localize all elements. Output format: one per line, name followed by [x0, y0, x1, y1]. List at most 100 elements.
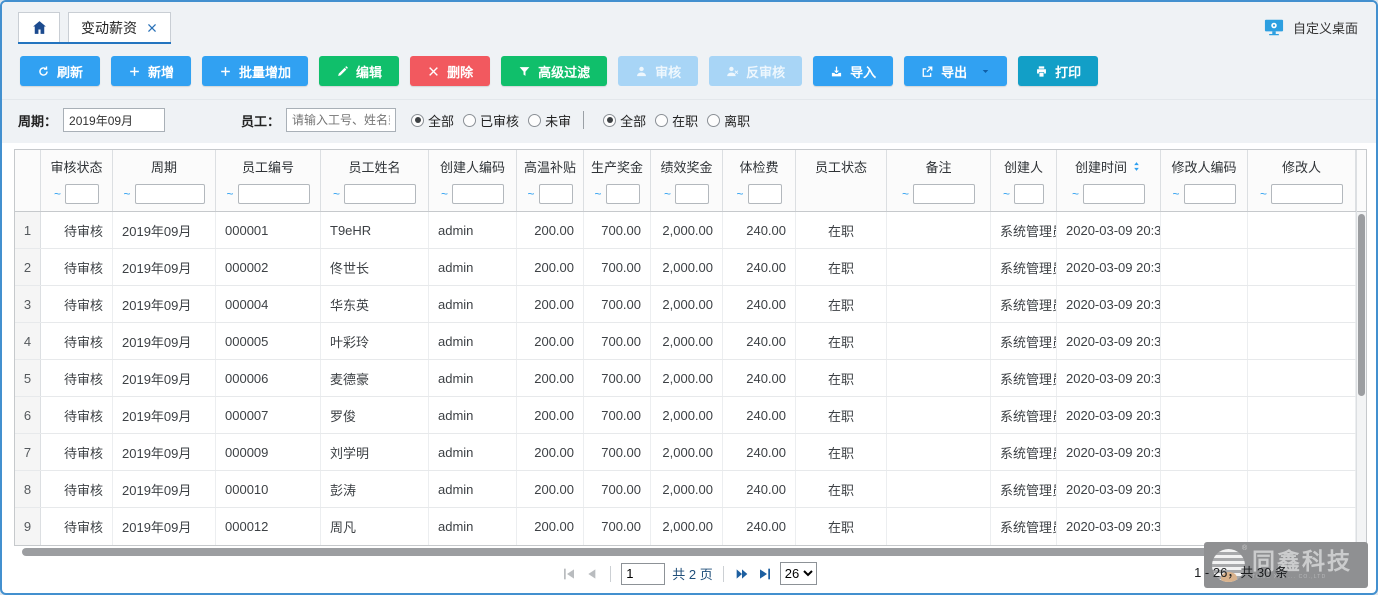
- column-filter-checkup_fee[interactable]: [748, 184, 782, 204]
- next-page-button[interactable]: [734, 566, 750, 582]
- cell-remark: [887, 323, 991, 359]
- employee-state-radio-group: 全部在职离职: [594, 111, 750, 130]
- column-header-rownum: [15, 150, 41, 211]
- cell-production_bonus: 700.00: [584, 434, 651, 470]
- radio-employee-state-全部[interactable]: 全部: [603, 111, 646, 130]
- toolbar-button-refresh[interactable]: 刷新: [20, 56, 100, 86]
- cell-modifier: [1248, 212, 1356, 248]
- radio-icon: [411, 114, 424, 127]
- export-icon: [921, 65, 934, 78]
- cell-performance_bonus: 2,000.00: [651, 471, 723, 507]
- home-icon: [31, 19, 48, 36]
- column-header-remark[interactable]: 备注~: [887, 150, 991, 211]
- radio-audit-state-已审核[interactable]: 已审核: [463, 111, 519, 130]
- toolbar-button-export[interactable]: 导出: [904, 56, 1007, 86]
- radio-employee-state-在职[interactable]: 在职: [655, 111, 698, 130]
- cell-modifier_code: [1161, 212, 1248, 248]
- cell-audit_status: 待审核: [41, 286, 113, 322]
- column-filter-emp_no[interactable]: [238, 184, 310, 204]
- sort-icon[interactable]: [1131, 161, 1142, 172]
- table-row[interactable]: 2待审核2019年09月000002佟世长admin200.00700.002,…: [15, 249, 1356, 286]
- tilde-label: ~: [527, 187, 534, 201]
- prev-page-button[interactable]: [584, 566, 600, 582]
- column-filter-high_temp_allowance[interactable]: [539, 184, 573, 204]
- table-row[interactable]: 3待审核2019年09月000004华东英admin200.00700.002,…: [15, 286, 1356, 323]
- page-number-input[interactable]: [621, 563, 665, 585]
- toolbar-button-audit[interactable]: 审核: [618, 56, 698, 86]
- cell-high_temp_allowance: 200.00: [517, 508, 584, 545]
- toolbar-button-advanced-filter[interactable]: 高级过滤: [501, 56, 607, 86]
- cell-high_temp_allowance: 200.00: [517, 397, 584, 433]
- column-filter-period[interactable]: [135, 184, 205, 204]
- column-filter-modifier_code[interactable]: [1184, 184, 1236, 204]
- customize-desktop-button[interactable]: 自定义桌面: [1263, 18, 1358, 37]
- tilde-label: ~: [441, 187, 448, 201]
- column-header-audit_status[interactable]: 审核状态~: [41, 150, 113, 211]
- close-tab-icon[interactable]: [146, 22, 158, 34]
- toolbar-button-batch-add[interactable]: 批量增加: [202, 56, 308, 86]
- radio-audit-state-未审[interactable]: 未审: [528, 111, 571, 130]
- caret-down-icon[interactable]: [981, 67, 990, 76]
- radio-icon: [528, 114, 541, 127]
- column-header-emp_no[interactable]: 员工编号~: [216, 150, 321, 211]
- column-filter-create_time[interactable]: [1083, 184, 1145, 204]
- table-row[interactable]: 8待审核2019年09月000010彭涛admin200.00700.002,0…: [15, 471, 1356, 508]
- vertical-scrollbar-thumb[interactable]: [1358, 214, 1365, 396]
- page-size-select[interactable]: 26: [780, 562, 817, 585]
- toolbar-button-delete[interactable]: 删除: [410, 56, 490, 86]
- toolbar-button-reverse-audit[interactable]: 反审核: [709, 56, 802, 86]
- cell-production_bonus: 700.00: [584, 508, 651, 545]
- toolbar-button-import[interactable]: 导入: [813, 56, 893, 86]
- cell-period: 2019年09月: [113, 397, 216, 433]
- table-row[interactable]: 1待审核2019年09月000001T9eHRadmin200.00700.00…: [15, 212, 1356, 249]
- tab-changed-salary[interactable]: 变动薪资: [68, 12, 171, 42]
- column-filter-emp_name[interactable]: [344, 184, 416, 204]
- cell-audit_status: 待审核: [41, 508, 113, 545]
- column-header-creator_code[interactable]: 创建人编码~: [429, 150, 517, 211]
- table-row[interactable]: 4待审核2019年09月000005叶彩玲admin200.00700.002,…: [15, 323, 1356, 360]
- tab-home[interactable]: [18, 12, 60, 42]
- column-header-performance_bonus[interactable]: 绩效奖金~: [651, 150, 723, 211]
- column-header-emp_name[interactable]: 员工姓名~: [321, 150, 429, 211]
- column-header-modifier_code[interactable]: 修改人编码~: [1161, 150, 1248, 211]
- column-filter-creator_code[interactable]: [452, 184, 504, 204]
- cell-production_bonus: 700.00: [584, 212, 651, 248]
- column-header-emp_status[interactable]: 员工状态: [796, 150, 887, 211]
- radio-audit-state-全部[interactable]: 全部: [411, 111, 454, 130]
- column-filter-creator[interactable]: [1014, 184, 1044, 204]
- print-icon: [1035, 65, 1048, 78]
- column-header-modifier[interactable]: 修改人~: [1248, 150, 1356, 211]
- column-filter-audit_status[interactable]: [65, 184, 99, 204]
- first-page-button[interactable]: [561, 566, 577, 582]
- column-filter-performance_bonus[interactable]: [675, 184, 709, 204]
- table-row[interactable]: 9待审核2019年09月000012周凡admin200.00700.002,0…: [15, 508, 1356, 545]
- column-header-high_temp_allowance[interactable]: 高温补贴~: [517, 150, 584, 211]
- column-header-checkup_fee[interactable]: 体检费~: [723, 150, 796, 211]
- toolbar-button-add[interactable]: 新增: [111, 56, 191, 86]
- row-number: 9: [15, 508, 41, 545]
- radio-employee-state-离职[interactable]: 离职: [707, 111, 750, 130]
- cell-creator_code: admin: [429, 212, 517, 248]
- column-header-production_bonus[interactable]: 生产奖金~: [584, 150, 651, 211]
- employee-search-input[interactable]: [286, 108, 396, 132]
- last-page-button[interactable]: [757, 566, 773, 582]
- toolbar-button-edit[interactable]: 编辑: [319, 56, 399, 86]
- cell-creator: 系统管理员: [991, 212, 1057, 248]
- horizontal-scrollbar-thumb[interactable]: [22, 548, 1352, 556]
- column-filter-production_bonus[interactable]: [606, 184, 640, 204]
- table-row[interactable]: 5待审核2019年09月000006麦德豪admin200.00700.002,…: [15, 360, 1356, 397]
- cell-high_temp_allowance: 200.00: [517, 286, 584, 322]
- column-header-create_time[interactable]: 创建时间~: [1057, 150, 1161, 211]
- cell-modifier_code: [1161, 508, 1248, 545]
- table-row[interactable]: 6待审核2019年09月000007罗俊admin200.00700.002,0…: [15, 397, 1356, 434]
- column-header-creator[interactable]: 创建人~: [991, 150, 1057, 211]
- cell-high_temp_allowance: 200.00: [517, 249, 584, 285]
- vertical-scrollbar[interactable]: [1356, 150, 1366, 545]
- cell-checkup_fee: 240.00: [723, 434, 796, 470]
- toolbar-button-print[interactable]: 打印: [1018, 56, 1098, 86]
- column-filter-remark[interactable]: [913, 184, 975, 204]
- column-header-period[interactable]: 周期~: [113, 150, 216, 211]
- column-filter-modifier[interactable]: [1271, 184, 1343, 204]
- period-input[interactable]: [63, 108, 165, 132]
- table-row[interactable]: 7待审核2019年09月000009刘学明admin200.00700.002,…: [15, 434, 1356, 471]
